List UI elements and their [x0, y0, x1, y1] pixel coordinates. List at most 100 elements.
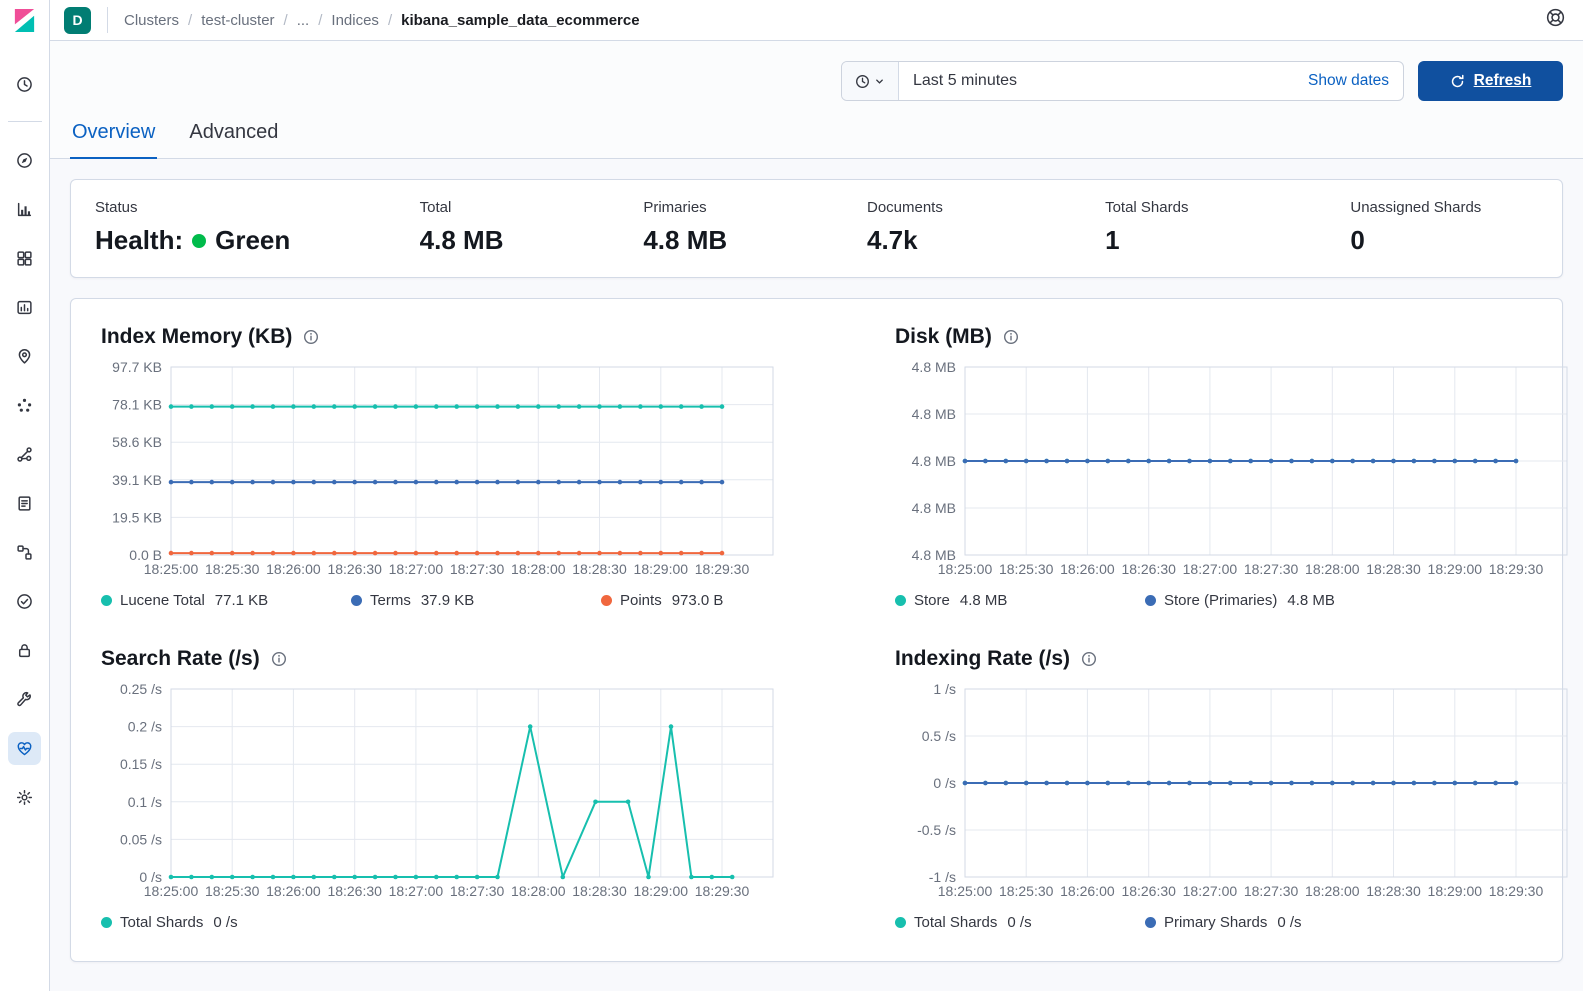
- info-icon[interactable]: [271, 651, 287, 667]
- breadcrumb-separator: /: [388, 12, 392, 29]
- chart-title: Indexing Rate (/s): [895, 647, 1070, 671]
- svg-text:4.8 MB: 4.8 MB: [912, 359, 956, 375]
- legend-item[interactable]: Terms37.9 KB: [351, 592, 601, 609]
- deployment-badge[interactable]: D: [64, 7, 91, 34]
- legend-series-value: 0 /s: [1007, 914, 1031, 931]
- chart-header: Disk (MB): [895, 325, 1575, 349]
- svg-text:0.2 /s: 0.2 /s: [128, 719, 162, 735]
- page-content: Last 5 minutes Show dates Refresh Overvi…: [50, 41, 1583, 991]
- tab-advanced[interactable]: Advanced: [187, 115, 280, 159]
- stat-unassigned-shards: Unassigned Shards0: [1350, 199, 1530, 256]
- nav-logs[interactable]: [8, 487, 41, 520]
- stat-value: 0: [1350, 225, 1530, 256]
- breadcrumb-item[interactable]: Clusters: [124, 12, 179, 29]
- svg-text:18:28:00: 18:28:00: [511, 883, 566, 899]
- nav-graph[interactable]: [8, 438, 41, 471]
- info-icon[interactable]: [303, 329, 319, 345]
- nav-stack-monitoring[interactable]: [8, 732, 41, 765]
- svg-text:18:28:00: 18:28:00: [1305, 883, 1360, 899]
- chart-canvas: 4.8 MB4.8 MB4.8 MB4.8 MB4.8 MB18:25:0018…: [895, 359, 1575, 583]
- time-picker: Last 5 minutes Show dates: [841, 61, 1404, 101]
- legend-series-name: Lucene Total: [120, 592, 205, 609]
- breadcrumb-item[interactable]: Indices: [331, 12, 379, 29]
- legend-item[interactable]: Lucene Total77.1 KB: [101, 592, 351, 609]
- clock-icon: [855, 74, 870, 89]
- doc-lines-icon: [16, 495, 33, 512]
- info-icon[interactable]: [1081, 651, 1097, 667]
- show-dates-button[interactable]: Show dates: [1294, 62, 1403, 100]
- nav-recently-viewed[interactable]: [8, 68, 41, 101]
- svg-text:18:28:00: 18:28:00: [511, 561, 566, 577]
- tab-overview[interactable]: Overview: [70, 115, 157, 159]
- stat-total-shards: Total Shards1: [1105, 199, 1350, 256]
- time-range-value[interactable]: Last 5 minutes: [899, 62, 1294, 100]
- nav-discover[interactable]: [8, 144, 41, 177]
- svg-text:18:27:30: 18:27:30: [1244, 883, 1299, 899]
- chart-canvas: 97.7 KB78.1 KB58.6 KB39.1 KB19.5 KB0.0 B…: [101, 359, 781, 583]
- legend-series-value: 37.9 KB: [421, 592, 474, 609]
- svg-text:18:25:00: 18:25:00: [144, 883, 199, 899]
- stat-value: 4.8 MB: [643, 225, 867, 256]
- stat-status: StatusHealth:Green: [95, 199, 420, 256]
- nav-visualize-library[interactable]: [8, 193, 41, 226]
- chart-title: Search Rate (/s): [101, 647, 260, 671]
- nav-machine-learning[interactable]: [8, 389, 41, 422]
- legend-item[interactable]: Store4.8 MB: [895, 592, 1145, 609]
- breadcrumb-separator: /: [284, 12, 288, 29]
- nav-dev-tools[interactable]: [8, 683, 41, 716]
- legend-item[interactable]: Primary Shards0 /s: [1145, 914, 1395, 931]
- svg-text:18:27:00: 18:27:00: [389, 883, 444, 899]
- breadcrumb-item[interactable]: ...: [297, 12, 310, 29]
- legend-item[interactable]: Total Shards0 /s: [101, 914, 351, 931]
- svg-text:18:28:00: 18:28:00: [1305, 561, 1360, 577]
- breadcrumb-item[interactable]: test-cluster: [201, 12, 274, 29]
- kibana-logo[interactable]: [0, 0, 49, 40]
- chart-title: Index Memory (KB): [101, 325, 292, 349]
- legend-item[interactable]: Total Shards0 /s: [895, 914, 1145, 931]
- nav-maps[interactable]: [8, 340, 41, 373]
- breadcrumb-separator: /: [318, 12, 322, 29]
- chart-legend: Store4.8 MBStore (Primaries)4.8 MB: [895, 592, 1575, 609]
- chart-header: Index Memory (KB): [101, 325, 851, 349]
- svg-text:18:26:00: 18:26:00: [266, 883, 321, 899]
- stat-value: 4.7k: [867, 225, 1105, 256]
- svg-text:4.8 MB: 4.8 MB: [912, 500, 956, 516]
- stat-label: Documents: [867, 199, 1105, 216]
- help-icon[interactable]: [1546, 8, 1565, 32]
- nav-canvas[interactable]: [8, 291, 41, 324]
- svg-text:18:28:30: 18:28:30: [1366, 883, 1421, 899]
- health-status-dot: [192, 234, 206, 248]
- refresh-button[interactable]: Refresh: [1418, 61, 1563, 101]
- heart-pulse-icon: [16, 740, 33, 757]
- legend-dot: [895, 595, 906, 606]
- canvas-chart-icon: [16, 299, 33, 316]
- app-nav: [8, 136, 41, 822]
- left-nav: [0, 0, 50, 991]
- stat-value-text: 1: [1105, 225, 1119, 256]
- legend-dot: [101, 595, 112, 606]
- legend-item[interactable]: Points973.0 B: [601, 592, 851, 609]
- stat-value-text: 4.7k: [867, 225, 918, 256]
- nav-apm[interactable]: [8, 536, 41, 569]
- nav-uptime[interactable]: [8, 585, 41, 618]
- refresh-icon: [1450, 74, 1465, 89]
- legend-item[interactable]: Store (Primaries)4.8 MB: [1145, 592, 1395, 609]
- svg-text:18:29:30: 18:29:30: [1489, 883, 1544, 899]
- stat-value-text: 4.8 MB: [420, 225, 504, 256]
- svg-text:18:25:30: 18:25:30: [999, 561, 1054, 577]
- svg-text:18:26:30: 18:26:30: [327, 883, 382, 899]
- svg-text:18:29:00: 18:29:00: [634, 561, 689, 577]
- time-picker-menu-button[interactable]: [842, 62, 899, 100]
- svg-text:18:26:00: 18:26:00: [1060, 883, 1115, 899]
- wrench-icon: [16, 691, 33, 708]
- svg-text:0 /s: 0 /s: [933, 775, 956, 791]
- nav-security[interactable]: [8, 634, 41, 667]
- chart-legend: Total Shards0 /sPrimary Shards0 /s: [895, 914, 1575, 931]
- body-area: StatusHealth:GreenTotal4.8 MBPrimaries4.…: [50, 159, 1583, 991]
- svg-text:97.7 KB: 97.7 KB: [112, 359, 162, 375]
- legend-series-name: Points: [620, 592, 662, 609]
- nav-management[interactable]: [8, 781, 41, 814]
- nav-dashboard[interactable]: [8, 242, 41, 275]
- info-icon[interactable]: [1003, 329, 1019, 345]
- stat-primaries: Primaries4.8 MB: [643, 199, 867, 256]
